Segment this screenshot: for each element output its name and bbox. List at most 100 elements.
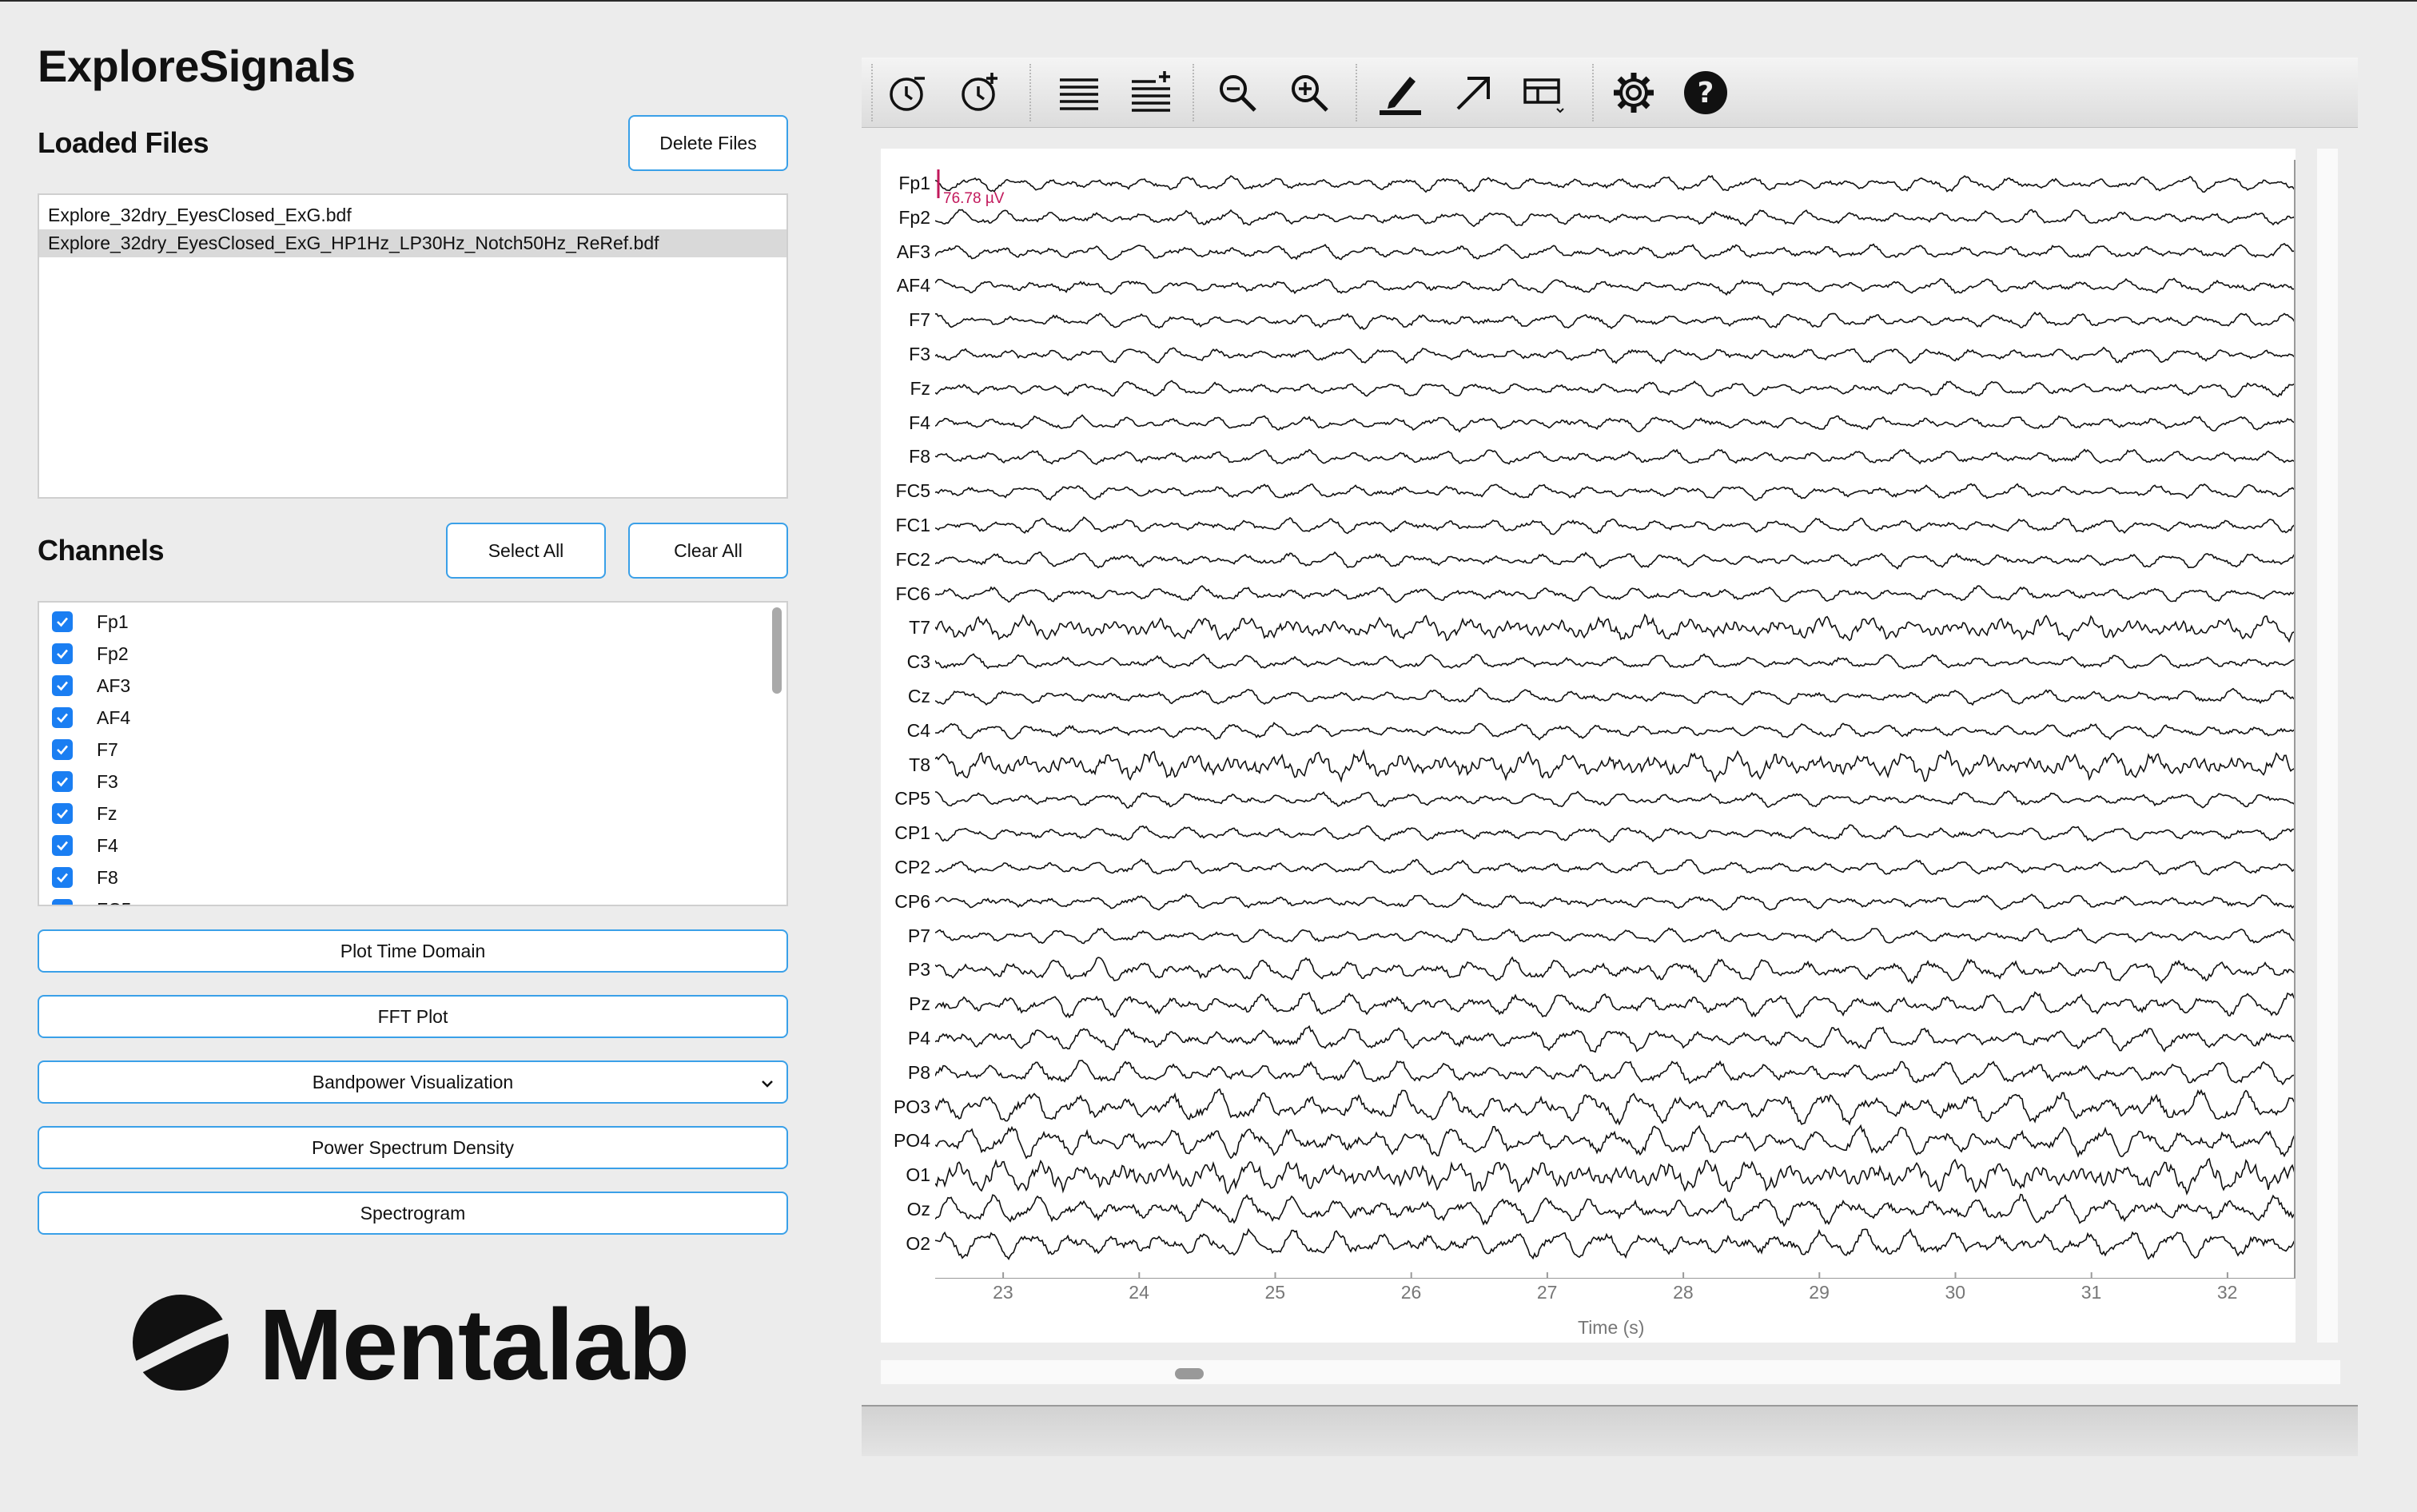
channel-item-fz[interactable]: Fz: [52, 798, 117, 830]
channel-item-label: FC5: [97, 899, 131, 905]
channel-item-label: Fp1: [97, 611, 129, 632]
channel-checkbox[interactable]: [52, 835, 73, 856]
channel-checkbox[interactable]: [52, 675, 73, 696]
x-tick-label: 30: [1945, 1282, 1966, 1303]
zoom-in-icon[interactable]: [1285, 69, 1333, 117]
eeg-trace-fc1: [935, 516, 2296, 535]
channel-label: P8: [907, 1061, 930, 1083]
eeg-trace-fc5: [935, 483, 2296, 501]
channel-label: P3: [907, 959, 930, 981]
eeg-trace-fp2: [935, 209, 2296, 228]
channel-label: C4: [906, 719, 930, 741]
eeg-trace-fp1: [935, 174, 2296, 193]
eeg-traces-svg[interactable]: [935, 160, 2296, 1279]
eeg-trace-p8: [935, 1059, 2296, 1086]
zoom-out-icon[interactable]: [1213, 69, 1261, 117]
channel-label: AF3: [896, 241, 930, 262]
channel-checkbox[interactable]: [52, 771, 73, 792]
channel-item-label: AF3: [97, 674, 131, 696]
x-tick-label: 24: [1129, 1282, 1149, 1303]
channel-checkbox[interactable]: [52, 899, 73, 905]
channel-item-label: F7: [97, 738, 118, 760]
eeg-trace-fc6: [935, 585, 2296, 603]
gear-icon[interactable]: [1610, 69, 1658, 117]
x-tick-label: 25: [1264, 1282, 1286, 1303]
eeg-trace-c3: [935, 653, 2296, 670]
channel-label: PO4: [893, 1130, 930, 1152]
plot-toolbar: ?: [862, 58, 2358, 128]
horizontal-scroll-thumb[interactable]: [1175, 1368, 1204, 1379]
channel-list-scrollbar[interactable]: [772, 607, 782, 694]
layout-icon[interactable]: [1520, 69, 1568, 117]
brand-name: Mentalab: [259, 1288, 690, 1401]
eeg-trace-cp2: [935, 857, 2296, 876]
channel-label: CP6: [894, 890, 930, 912]
chevron-down-icon: [759, 1075, 775, 1096]
x-tick-label: 31: [2081, 1282, 2102, 1303]
lines-icon[interactable]: [1055, 69, 1103, 117]
arrow-icon[interactable]: [1450, 69, 1498, 117]
channel-checkbox[interactable]: [52, 739, 73, 760]
channel-label: T7: [909, 617, 930, 639]
file-item[interactable]: Explore_32dry_EyesClosed_ExG.bdf: [39, 201, 786, 229]
plot-time-domain-button[interactable]: Plot Time Domain: [38, 929, 788, 973]
channel-label: PO3: [893, 1096, 930, 1117]
channel-item-label: F4: [97, 834, 118, 856]
eeg-trace-f3: [935, 346, 2296, 364]
x-tick-label: 27: [1536, 1282, 1558, 1303]
channel-item-af4[interactable]: AF4: [52, 702, 130, 734]
channel-item-fp1[interactable]: Fp1: [52, 606, 129, 638]
file-item-selected[interactable]: Explore_32dry_EyesClosed_ExG_HP1Hz_LP30H…: [39, 229, 786, 257]
select-all-button[interactable]: Select All: [446, 523, 606, 579]
x-tick-label: 26: [1400, 1282, 1422, 1303]
channel-checkbox[interactable]: [52, 643, 73, 664]
power-spectrum-density-button[interactable]: Power Spectrum Density: [38, 1126, 788, 1169]
eeg-trace-po4: [935, 1124, 2296, 1160]
channel-item-fc5[interactable]: FC5: [52, 893, 131, 905]
channel-list[interactable]: Fp1 Fp2 AF3 AF4 F7 F3 Fz F4 F8 FC5: [38, 601, 788, 906]
eeg-trace-fc2: [935, 551, 2296, 570]
eeg-trace-p3: [935, 956, 2296, 985]
channel-label: T8: [909, 754, 930, 775]
eeg-trace-cp5: [935, 790, 2296, 809]
channels-title: Channels: [38, 534, 165, 567]
channel-label: CP5: [894, 788, 930, 810]
channel-checkbox[interactable]: [52, 803, 73, 824]
channel-item-fp2[interactable]: Fp2: [52, 638, 129, 670]
channel-item-f4[interactable]: F4: [52, 830, 118, 861]
channel-label: Oz: [906, 1199, 930, 1220]
channel-item-f7[interactable]: F7: [52, 734, 118, 766]
channel-checkbox[interactable]: [52, 867, 73, 888]
help-icon[interactable]: ?: [1682, 69, 1730, 117]
pen-icon[interactable]: [1376, 69, 1424, 117]
channel-item-af3[interactable]: AF3: [52, 670, 130, 702]
channel-checkbox[interactable]: [52, 707, 73, 728]
channel-checkbox[interactable]: [52, 611, 73, 632]
window-top-border: [0, 0, 2417, 2]
clock-plus-icon[interactable]: [956, 69, 1004, 117]
fft-plot-button[interactable]: FFT Plot: [38, 995, 788, 1038]
eeg-trace-pz: [935, 991, 2296, 1019]
channel-item-f8[interactable]: F8: [52, 861, 118, 893]
lines-plus-icon[interactable]: [1127, 69, 1175, 117]
channel-label: O1: [906, 1164, 930, 1186]
channel-label: FC1: [895, 515, 930, 535]
channel-label: F3: [909, 344, 930, 364]
plot-vertical-scrollbar[interactable]: [2317, 149, 2338, 1343]
clock-minus-icon[interactable]: [884, 69, 932, 117]
delete-files-button[interactable]: Delete Files: [628, 115, 788, 171]
loaded-files-list[interactable]: Explore_32dry_EyesClosed_ExG.bdf Explore…: [38, 193, 788, 499]
bandpower-dropdown[interactable]: Bandpower Visualization: [38, 1060, 788, 1104]
channel-label: Fz: [910, 377, 930, 399]
channel-item-label: F8: [97, 866, 118, 888]
spectrogram-button[interactable]: Spectrogram: [38, 1192, 788, 1235]
channel-label: F4: [909, 412, 930, 433]
app-title: ExploreSignals: [38, 41, 356, 91]
plot-horizontal-scrollbar[interactable]: [881, 1360, 2340, 1384]
channel-label: Pz: [909, 993, 930, 1015]
clear-all-button[interactable]: Clear All: [628, 523, 788, 579]
x-tick-label: 32: [2216, 1282, 2238, 1303]
channel-item-label: Fz: [97, 802, 117, 824]
channel-item-f3[interactable]: F3: [52, 766, 118, 798]
eeg-trace-po3: [935, 1088, 2296, 1126]
